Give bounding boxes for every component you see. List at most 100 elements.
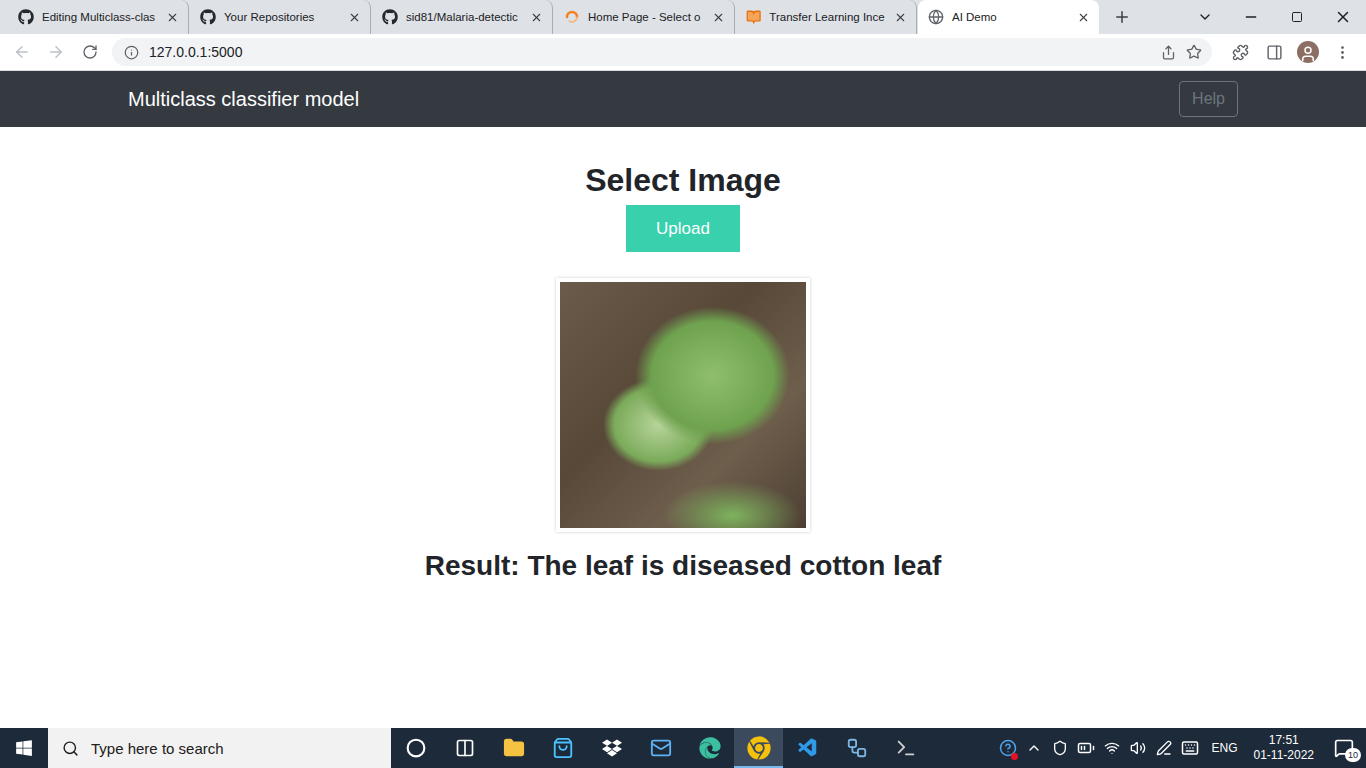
tab-label: sid81/Malaria-detectic bbox=[406, 11, 520, 23]
upload-button[interactable]: Upload bbox=[626, 205, 740, 252]
share-icon[interactable] bbox=[1161, 45, 1176, 60]
back-arrow-icon bbox=[13, 43, 31, 61]
menu-button[interactable] bbox=[1326, 37, 1358, 67]
tab-row: Editing Multiclass-clas Your Repositories… bbox=[8, 0, 1100, 34]
network-app-icon bbox=[846, 737, 868, 759]
tray-pen[interactable] bbox=[1151, 728, 1177, 768]
reload-button[interactable] bbox=[74, 37, 106, 67]
browser-tab[interactable]: AI Demo bbox=[918, 0, 1099, 34]
close-icon bbox=[1334, 8, 1352, 26]
close-icon bbox=[1077, 11, 1090, 24]
restore-icon bbox=[1291, 11, 1303, 23]
puzzle-icon bbox=[1232, 44, 1249, 61]
taskbar-app[interactable] bbox=[538, 728, 587, 768]
tab-label: AI Demo bbox=[952, 11, 1067, 23]
task-view-icon bbox=[455, 738, 475, 758]
notification-button[interactable]: 10 bbox=[1322, 728, 1366, 768]
notification-count: 10 bbox=[1345, 748, 1361, 762]
tray-volume[interactable] bbox=[1125, 728, 1151, 768]
taskbar-app[interactable] bbox=[636, 728, 685, 768]
web-page: Multiclass classifier model Help Select Im… bbox=[0, 71, 1366, 728]
tab-search-button[interactable] bbox=[1182, 0, 1228, 34]
side-panel-icon bbox=[1266, 44, 1283, 61]
tray-security[interactable] bbox=[1047, 728, 1073, 768]
result-text: Result: The leaf is diseased cotton leaf bbox=[425, 549, 942, 583]
browser-tab[interactable]: Your Repositories bbox=[190, 0, 371, 34]
tab-close-button[interactable] bbox=[893, 9, 908, 25]
reload-icon bbox=[82, 44, 98, 60]
tab-close-button[interactable] bbox=[346, 9, 362, 25]
chevron-up-icon bbox=[1026, 740, 1042, 756]
vscode-icon bbox=[797, 737, 819, 759]
extensions-button[interactable] bbox=[1224, 37, 1256, 67]
taskbar-app[interactable] bbox=[440, 728, 489, 768]
browser-tab[interactable]: Transfer Learning Ince bbox=[736, 0, 917, 34]
book-icon bbox=[746, 9, 761, 25]
browser-tab[interactable]: sid81/Malaria-detectic bbox=[372, 0, 553, 34]
clock-time: 17:51 bbox=[1269, 733, 1299, 748]
new-tab-button[interactable] bbox=[1108, 3, 1136, 31]
side-panel-button[interactable] bbox=[1258, 37, 1290, 67]
shield-icon bbox=[1052, 740, 1068, 756]
browser-toolbar: 127.0.0.1:5000 bbox=[0, 34, 1366, 71]
folder-icon bbox=[503, 737, 525, 759]
clock[interactable]: 17:5101-11-2022 bbox=[1246, 728, 1323, 768]
globe-icon bbox=[928, 9, 944, 25]
person-icon bbox=[1299, 45, 1317, 63]
tray-overflow[interactable] bbox=[1021, 728, 1047, 768]
main-content: Select ImageUploadResult: The leaf is di… bbox=[0, 127, 1366, 583]
close-window-button[interactable] bbox=[1320, 0, 1366, 34]
taskbar-app[interactable] bbox=[734, 728, 783, 768]
github-icon bbox=[18, 9, 34, 25]
tab-label: Your Repositories bbox=[224, 11, 338, 23]
leaf-photo bbox=[560, 282, 806, 528]
tab-close-button[interactable] bbox=[710, 9, 726, 25]
forward-button[interactable] bbox=[40, 37, 72, 67]
taskbar-search[interactable]: Type here to search bbox=[48, 728, 391, 768]
navbar-brand[interactable]: Multiclass classifier model bbox=[128, 88, 359, 111]
tab-close-button[interactable] bbox=[528, 9, 544, 25]
minimize-icon bbox=[1243, 9, 1259, 25]
github-icon bbox=[382, 9, 398, 25]
tray-battery[interactable] bbox=[1073, 728, 1099, 768]
help-button[interactable]: Help bbox=[1179, 81, 1238, 117]
address-bar[interactable]: 127.0.0.1:5000 bbox=[112, 38, 1212, 66]
tab-close-button[interactable] bbox=[1075, 9, 1091, 25]
start-button[interactable] bbox=[0, 728, 48, 768]
profile-button[interactable] bbox=[1292, 37, 1324, 67]
back-button[interactable] bbox=[6, 37, 38, 67]
tray-keyboard[interactable] bbox=[1177, 728, 1203, 768]
tray-help[interactable] bbox=[995, 728, 1021, 768]
maximize-button[interactable] bbox=[1274, 0, 1320, 34]
loading-spinner-icon bbox=[564, 9, 580, 25]
taskbar-app[interactable] bbox=[832, 728, 881, 768]
clock-date: 01-11-2022 bbox=[1254, 748, 1315, 763]
wifi-icon bbox=[1104, 740, 1120, 756]
browser-tab[interactable]: Editing Multiclass-clas bbox=[8, 0, 189, 34]
chevron-down-icon bbox=[1197, 9, 1213, 25]
close-icon bbox=[712, 11, 725, 24]
language-indicator[interactable]: ENG bbox=[1203, 728, 1245, 768]
terminal-icon bbox=[895, 737, 917, 759]
minimize-button[interactable] bbox=[1228, 0, 1274, 34]
taskbar-app[interactable] bbox=[783, 728, 832, 768]
taskbar-app[interactable] bbox=[881, 728, 930, 768]
bookmark-star-icon[interactable] bbox=[1186, 44, 1202, 60]
mail-icon bbox=[650, 737, 672, 759]
taskbar-app[interactable] bbox=[391, 728, 440, 768]
image-preview bbox=[556, 278, 810, 532]
battery-icon bbox=[1077, 739, 1095, 757]
search-placeholder: Type here to search bbox=[91, 740, 224, 757]
taskbar: Type here to searchENG17:5101-11-202210 bbox=[0, 728, 1366, 768]
taskbar-app[interactable] bbox=[685, 728, 734, 768]
tab-close-button[interactable] bbox=[164, 9, 180, 25]
profile-avatar bbox=[1297, 41, 1319, 63]
cortana-icon bbox=[406, 738, 426, 758]
tray-network[interactable] bbox=[1099, 728, 1125, 768]
navbar: Multiclass classifier model Help bbox=[0, 71, 1366, 127]
windows-logo-icon bbox=[15, 739, 33, 757]
browser-tab[interactable]: Home Page - Select o bbox=[554, 0, 735, 34]
taskbar-app[interactable] bbox=[489, 728, 538, 768]
taskbar-app[interactable] bbox=[587, 728, 636, 768]
store-icon bbox=[552, 737, 574, 759]
